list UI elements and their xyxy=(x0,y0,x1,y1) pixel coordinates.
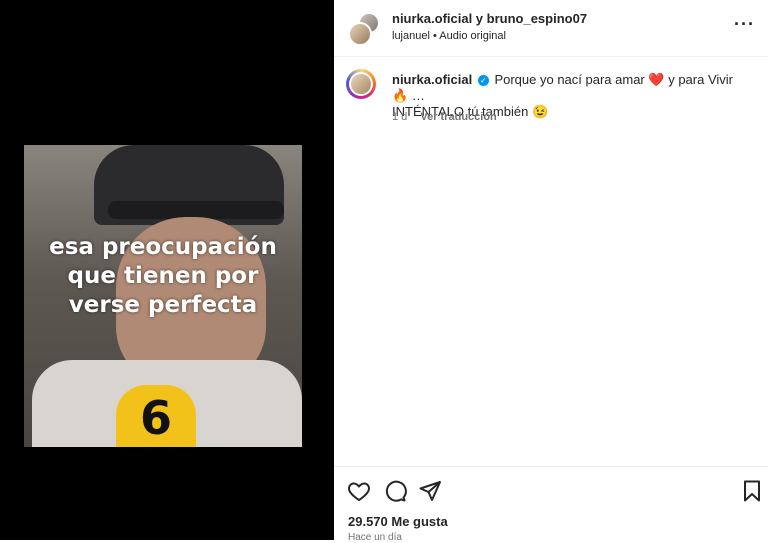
action-bar xyxy=(334,466,768,507)
post-header: niurka.oficial y bruno_espino07 lujanuel… xyxy=(334,0,768,57)
audio-username[interactable]: lujanuel xyxy=(392,30,430,42)
collab-avatars[interactable] xyxy=(348,12,380,46)
avatar xyxy=(351,74,371,94)
likes-count[interactable]: 29.570 Me gusta xyxy=(348,514,448,529)
caption-avatar[interactable] xyxy=(346,69,376,99)
heart-emoji: ❤️ xyxy=(648,72,665,87)
post-age[interactable]: Hace un día xyxy=(348,532,402,543)
post-details-panel: niurka.oficial y bruno_espino07 lujanuel… xyxy=(334,0,768,543)
wink-emoji: 😉 xyxy=(531,104,549,119)
video-overlay-text: esa preocupación que tienen por verse pe… xyxy=(24,233,302,320)
collab-usernames[interactable]: niurka.oficial y bruno_espino07 xyxy=(392,11,587,26)
caption-username[interactable]: niurka.oficial xyxy=(392,72,472,87)
overlay-line-1: esa preocupación xyxy=(49,234,277,260)
comment-bubble-icon[interactable] xyxy=(383,479,407,503)
caption-ellipsis: … xyxy=(411,88,425,103)
caption-part-2: y para Vivir xyxy=(668,72,733,87)
caption-time[interactable]: 1 d xyxy=(392,111,407,123)
heart-outline-icon[interactable] xyxy=(347,479,371,503)
video-microphone-logo: 6 xyxy=(140,391,173,445)
audio-separator: • xyxy=(432,30,437,42)
overlay-line-3: verse perfecta xyxy=(68,292,258,318)
audio-title[interactable]: Audio original xyxy=(439,30,506,42)
fire-emoji: 🔥 xyxy=(392,88,409,103)
media-panel: 6 esa preocupación que tienen por verse … xyxy=(0,0,334,540)
video-player[interactable]: 6 esa preocupación que tienen por verse … xyxy=(24,145,302,447)
caption-meta: 1 d Ver traducción xyxy=(392,111,497,123)
overlay-line-2: que tienen por xyxy=(67,263,259,289)
bookmark-icon[interactable] xyxy=(740,479,764,503)
audio-info[interactable]: lujanuel • Audio original xyxy=(392,30,506,42)
more-options-icon[interactable]: ··· xyxy=(734,14,755,35)
verified-badge-icon: ✓ xyxy=(477,75,489,87)
avatar xyxy=(348,22,372,46)
paper-plane-icon[interactable] xyxy=(418,479,442,503)
see-translation-link[interactable]: Ver traducción xyxy=(420,111,496,123)
caption-part-1: Porque yo nací para amar xyxy=(494,72,645,87)
